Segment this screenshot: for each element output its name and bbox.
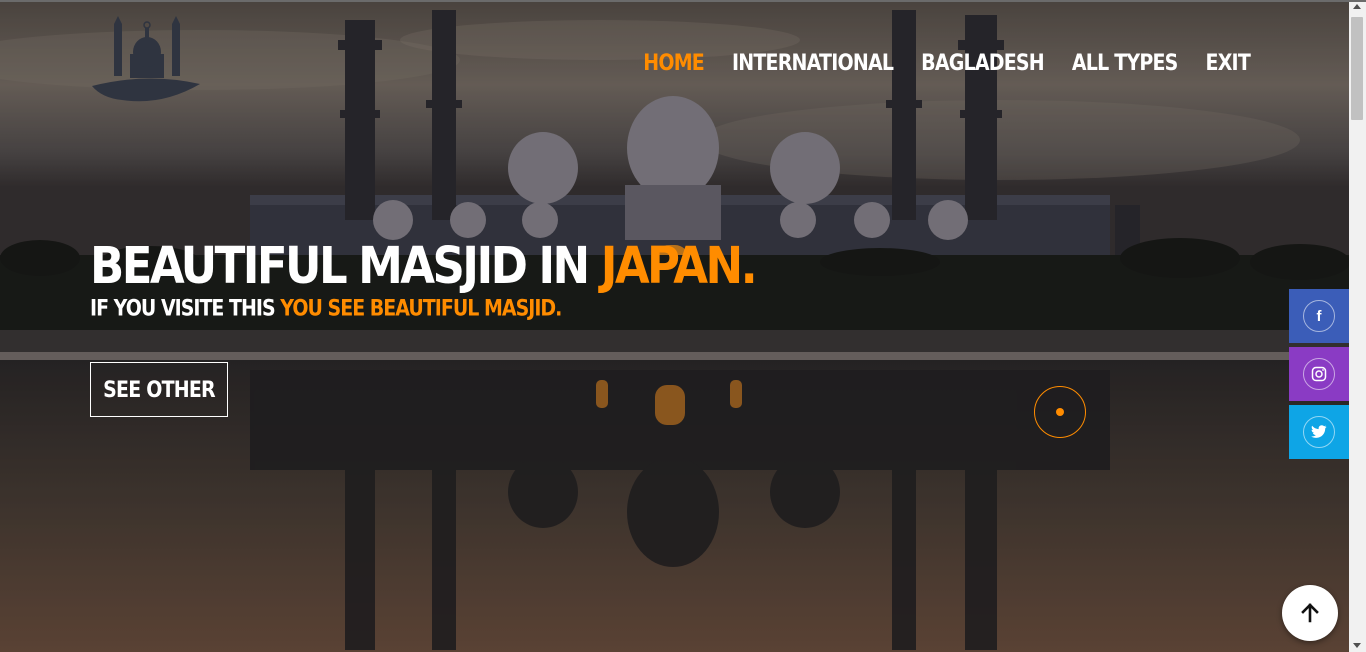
page-scrollbar[interactable] bbox=[1349, 0, 1366, 652]
see-other-button-label: SEE OTHER bbox=[103, 376, 215, 403]
facebook-icon: f bbox=[1303, 300, 1335, 332]
social-sidebar: f bbox=[1289, 289, 1349, 463]
nav-item-home[interactable]: HOME bbox=[643, 50, 705, 75]
play-video-button[interactable] bbox=[1034, 386, 1086, 438]
mosque-background-image bbox=[0, 0, 1349, 652]
hero-subtitle-accent: YOU SEE BEAUTIFUL MASJID. bbox=[280, 296, 562, 322]
hero-section: HOME INTERNATIONAL BAGLADESH ALL TYPES E… bbox=[0, 0, 1349, 652]
twitter-link[interactable] bbox=[1289, 405, 1349, 459]
mosque-logo-icon[interactable] bbox=[92, 14, 202, 104]
arrow-up-icon bbox=[1301, 603, 1319, 623]
play-dot-icon bbox=[1056, 408, 1064, 416]
hero-title: BEAUTIFUL MASJID IN JAPAN. bbox=[90, 236, 758, 296]
hero-title-accent: JAPAN. bbox=[600, 236, 758, 296]
window-top-border bbox=[0, 0, 1366, 2]
instagram-link[interactable] bbox=[1289, 347, 1349, 401]
hero-subtitle: IF YOU VISITE THIS YOU SEE BEAUTIFUL MAS… bbox=[90, 296, 562, 322]
nav-item-international[interactable]: INTERNATIONAL bbox=[732, 50, 894, 75]
nav-item-bagladesh[interactable]: BAGLADESH bbox=[921, 50, 1045, 75]
twitter-icon bbox=[1303, 416, 1335, 448]
scroll-down-arrow-icon[interactable] bbox=[1353, 643, 1361, 648]
nav-item-exit[interactable]: EXIT bbox=[1206, 50, 1251, 75]
scroll-up-arrow-icon[interactable] bbox=[1353, 4, 1361, 9]
hero-title-main: BEAUTIFUL MASJID IN bbox=[90, 236, 601, 296]
scroll-to-top-button[interactable] bbox=[1282, 585, 1338, 641]
scrollbar-thumb[interactable] bbox=[1351, 17, 1363, 120]
hero-subtitle-main: IF YOU VISITE THIS bbox=[90, 296, 281, 322]
instagram-icon bbox=[1303, 358, 1335, 390]
nav-item-all-types[interactable]: ALL TYPES bbox=[1072, 50, 1178, 75]
facebook-icon-glyph: f bbox=[1316, 307, 1322, 325]
see-other-button[interactable]: SEE OTHER bbox=[90, 362, 228, 417]
facebook-link[interactable]: f bbox=[1289, 289, 1349, 343]
main-navigation: HOME INTERNATIONAL BAGLADESH ALL TYPES E… bbox=[643, 50, 1251, 75]
